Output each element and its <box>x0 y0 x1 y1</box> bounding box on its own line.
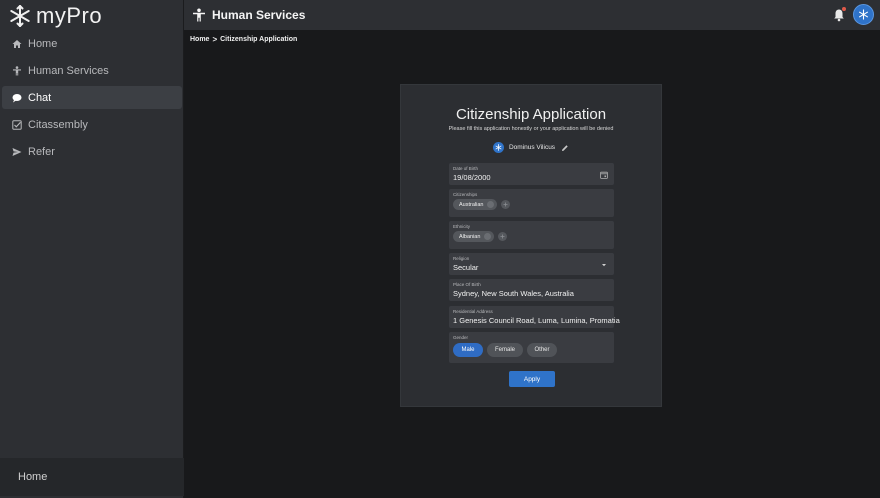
applicant-avatar <box>492 142 504 153</box>
top-bar: Human Services <box>184 0 880 30</box>
sidebar-item-chat[interactable]: Chat <box>2 86 182 109</box>
ethnicity-chips: Albanian <box>453 231 508 242</box>
breadcrumb: Home > Citizenship Application <box>190 35 297 44</box>
form-title: Citizenship Application <box>455 106 607 123</box>
sidebar-item-label: Citassembly <box>28 118 88 131</box>
residential-address-value: 1 Genesis Council Road, Luma, Lumina, Pr… <box>453 316 620 325</box>
calendar-icon[interactable] <box>600 171 608 179</box>
user-avatar[interactable] <box>853 4 874 25</box>
app-logo[interactable]: myPro <box>8 2 102 30</box>
sidebar-item-label: Human Services <box>28 64 109 77</box>
residential-address-field[interactable]: Residential Address 1 Genesis Council Ro… <box>449 306 620 328</box>
date-of-birth-field[interactable]: Date of Birth 19/08/2000 <box>449 163 614 185</box>
chip-label: Australian <box>459 201 484 208</box>
chip-remove-icon[interactable] <box>484 233 492 240</box>
sidebar-item-label: Home <box>28 37 58 50</box>
add-chip-icon[interactable] <box>498 232 508 241</box>
religion-select[interactable]: Religion Secular <box>449 253 614 275</box>
snowflake-logo-icon <box>10 5 30 27</box>
edit-pencil-icon[interactable] <box>561 144 569 152</box>
app-name: myPro <box>36 3 103 28</box>
sidebar-item-human-services[interactable]: Human Services <box>2 59 182 82</box>
chat-icon <box>12 93 22 103</box>
place-of-birth-value: Sydney, New South Wales, Australia <box>453 289 574 298</box>
citizenships-label: Citizenships <box>453 192 478 197</box>
date-of-birth-label: Date of Birth <box>453 166 479 171</box>
snowflake-icon <box>495 144 502 151</box>
sidebar-item-refer[interactable]: Refer <box>2 140 182 163</box>
ethnicity-label: Ethnicity <box>453 224 471 229</box>
place-of-birth-field[interactable]: Place Of Birth Sydney, New South Wales, … <box>449 279 614 301</box>
gender-other-button[interactable]: Other <box>527 343 557 357</box>
citizenship-form-card: Citizenship Application Please fill this… <box>400 84 662 407</box>
sidebar-item-label: Chat <box>28 91 52 104</box>
gender-options: Male Female Other <box>453 343 561 357</box>
place-of-birth-label: Place Of Birth <box>453 282 481 287</box>
page-title: Human Services <box>212 8 306 22</box>
sidebar-item-citassembly[interactable]: Citassembly <box>2 113 182 136</box>
chip-label: Albanian <box>459 233 481 240</box>
add-chip-icon[interactable] <box>501 200 511 209</box>
residential-address-label: Residential Address <box>453 309 493 314</box>
send-icon <box>12 147 22 157</box>
citizenships-field[interactable]: Citizenships Australian <box>449 189 614 217</box>
gender-label: Gender <box>453 335 469 340</box>
gender-male-button[interactable]: Male <box>453 343 483 357</box>
chevron-down-icon[interactable] <box>600 261 608 269</box>
apply-button[interactable]: Apply <box>509 371 555 387</box>
applicant-name: Dominus Vilicus <box>508 144 556 151</box>
ethnicity-field[interactable]: Ethnicity Albanian <box>449 221 614 249</box>
religion-label: Religion <box>453 256 470 261</box>
sidebar-bottom-label: Home <box>18 471 48 483</box>
checkbox-icon <box>12 119 22 130</box>
person-icon <box>12 65 22 76</box>
form-subtitle: Please fill this application honestly or… <box>448 126 614 132</box>
religion-value: Secular <box>453 263 479 272</box>
citizenship-chip[interactable]: Australian <box>453 199 498 210</box>
applicant-row: Dominus Vilicus <box>401 142 661 153</box>
notification-dot <box>842 7 846 11</box>
sidebar: myPro Home Human Services Chat Citassemb… <box>0 0 184 498</box>
ethnicity-chip[interactable]: Albanian <box>453 231 495 242</box>
breadcrumb-home[interactable]: Home <box>190 36 209 43</box>
chip-remove-icon[interactable] <box>487 201 495 208</box>
sidebar-item-label: Refer <box>28 145 55 158</box>
page-header: Human Services <box>192 8 305 22</box>
date-of-birth-value: 19/08/2000 <box>453 173 491 182</box>
snowflake-icon <box>859 9 868 20</box>
sidebar-nav: Home Human Services Chat Citassembly Ref… <box>0 32 184 167</box>
home-icon <box>12 39 22 49</box>
sidebar-item-home[interactable]: Home <box>2 32 182 55</box>
person-icon <box>193 8 205 22</box>
breadcrumb-current: Citizenship Application <box>220 36 298 43</box>
gender-field: Gender Male Female Other <box>449 332 614 363</box>
citizenships-chips: Australian <box>453 199 511 210</box>
breadcrumb-separator: > <box>212 35 218 44</box>
sidebar-bottom-home[interactable]: Home <box>0 458 184 496</box>
gender-female-button[interactable]: Female <box>487 343 523 357</box>
